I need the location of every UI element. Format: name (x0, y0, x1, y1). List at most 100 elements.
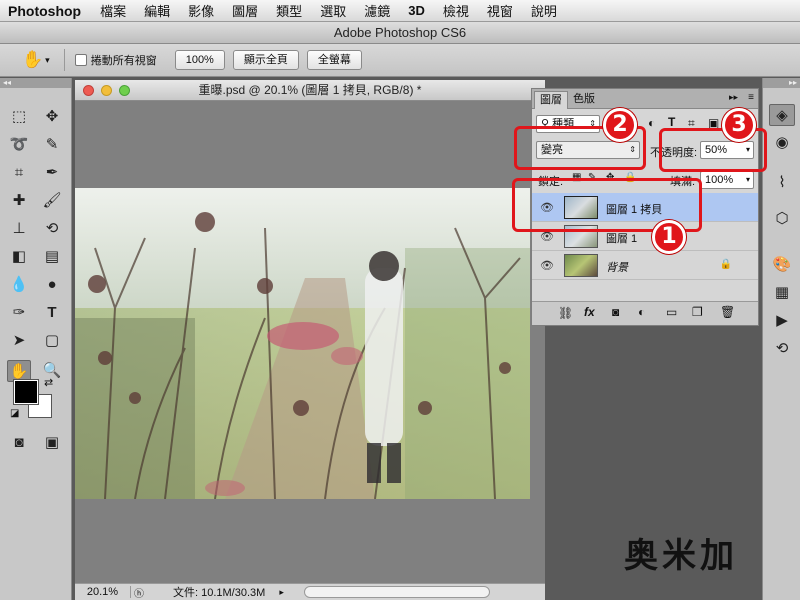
annotation-number-2: 2 (603, 108, 637, 142)
add-mask-icon[interactable]: ◙ (612, 305, 619, 319)
color-panel-icon[interactable]: 🎨 (769, 254, 795, 276)
app-title-bar: Adobe Photoshop CS6 (0, 22, 800, 44)
channels-panel-icon[interactable]: ◉ (769, 132, 795, 154)
document-window: 重曝.psd @ 20.1% (圖層 1 拷貝, RGB/8) * 20.1% … (75, 80, 545, 600)
tool-preset-chevron-icon[interactable]: ▾ (45, 55, 50, 66)
layer-row[interactable]: 👁 背景 🔒 (532, 251, 758, 280)
move-tool-icon[interactable]: ✥ (40, 106, 64, 128)
history-brush-tool-icon[interactable]: ⟲ (40, 218, 64, 240)
gradient-tool-icon[interactable]: ▤ (40, 246, 64, 268)
layer-name[interactable]: 圖層 1 (606, 230, 637, 246)
new-group-icon[interactable]: ▭ (666, 305, 677, 319)
quick-select-tool-icon[interactable]: ✎ (40, 134, 64, 156)
layer-lock-icon: 🔒 (719, 259, 732, 270)
options-bar: ✋ ▾ 捲動所有視窗 100% 顯示全頁 全螢幕 (0, 44, 800, 77)
tab-layers[interactable]: 圖層 (534, 91, 568, 109)
healing-brush-tool-icon[interactable]: ✚ (7, 190, 31, 212)
status-menu-arrow-icon[interactable]: ▸ (279, 587, 284, 598)
hand-tool-icon[interactable]: ✋ (22, 50, 43, 70)
scroll-all-label: 捲動所有視窗 (90, 55, 157, 67)
document-title-bar: 重曝.psd @ 20.1% (圖層 1 拷貝, RGB/8) * (75, 80, 545, 101)
new-adjustment-layer-icon[interactable]: ◐ (638, 305, 645, 319)
marquee-tool-icon[interactable]: ⬚ (7, 106, 31, 128)
fill-value: 100% (705, 174, 734, 186)
panel-menu-icon[interactable]: ≡ (748, 92, 754, 103)
crop-tool-icon[interactable]: ⌗ (7, 162, 31, 184)
double-exposure-photo (75, 188, 530, 499)
filter-type-icon[interactable]: T (668, 115, 675, 129)
tab-channels[interactable]: 色版 (568, 91, 600, 109)
blur-tool-icon[interactable]: 💧 (7, 274, 31, 296)
minimize-window-button[interactable] (101, 85, 112, 96)
path-select-tool-icon[interactable]: ➤ (7, 330, 31, 352)
app-menu[interactable]: Photoshop (0, 3, 91, 19)
hand-tool-icon[interactable]: ✋ (7, 360, 31, 382)
menu-file[interactable]: 檔案 (91, 1, 135, 20)
foreground-color-swatch[interactable] (13, 379, 39, 405)
fill-screen-button[interactable]: 全螢幕 (306, 50, 362, 70)
horizontal-scrollbar[interactable] (303, 586, 490, 598)
zoom-100-button[interactable]: 100% (174, 50, 225, 70)
layers-panel-footer: ⛓ fx ◙ ◐ ▭ ❐ 🗑 (532, 301, 758, 325)
swap-colors-icon[interactable]: ⇄ (44, 376, 53, 389)
menu-layer[interactable]: 圖層 (223, 1, 267, 20)
fit-screen-button[interactable]: 顯示全頁 (232, 50, 299, 70)
document-size: 文件: 10.1M/30.3M (173, 587, 266, 599)
menu-type[interactable]: 類型 (267, 1, 311, 20)
menu-select[interactable]: 選取 (311, 1, 355, 20)
annotation-number-1: 1 (652, 220, 686, 254)
menu-edit[interactable]: 編輯 (135, 1, 179, 20)
screen-mode-icon[interactable]: ▣ (40, 432, 64, 454)
close-window-button[interactable] (83, 85, 94, 96)
type-tool-icon[interactable]: T (40, 302, 64, 324)
tools-panel-collapse[interactable]: ◂◂ (0, 78, 71, 88)
clone-stamp-tool-icon[interactable]: ⊥ (7, 218, 31, 240)
menu-view[interactable]: 檢視 (434, 1, 478, 20)
menu-bar: Photoshop 檔案 編輯 影像 圖層 類型 選取 濾鏡 3D 檢視 視窗 … (0, 0, 800, 22)
swatches-panel-icon[interactable]: ▦ (769, 282, 795, 304)
eyedropper-tool-icon[interactable]: ✒ (40, 162, 64, 184)
layer-thumbnail (564, 254, 598, 277)
shape-tool-icon[interactable]: ▢ (40, 330, 64, 352)
zoom-window-button[interactable] (119, 85, 130, 96)
watermark-logo: 奥米加 (624, 537, 738, 575)
actions-panel-icon[interactable]: ▶ (769, 310, 795, 332)
brush-tool-icon[interactable]: 🖌 (40, 190, 64, 212)
delete-layer-icon[interactable]: 🗑 (720, 305, 735, 319)
fill-input[interactable]: 100% ▾ (700, 171, 754, 189)
history-panel-icon[interactable]: ⟲ (769, 338, 795, 360)
default-colors-icon[interactable]: ◪ (10, 408, 19, 419)
status-bar: 20.1% ⓗ 文件: 10.1M/30.3M ▸ (75, 583, 545, 600)
new-layer-icon[interactable]: ❐ (692, 305, 703, 319)
image-canvas[interactable] (75, 188, 530, 499)
paths-panel-icon[interactable]: ⌇ (769, 172, 795, 194)
right-panel-dock: ▸▸ ◈ ◉ ⌇ ⬡ 🎨 ▦ ▶ ⟲ (762, 78, 800, 600)
pen-tool-icon[interactable]: ✑ (7, 302, 31, 324)
link-layers-icon[interactable]: ⛓ (558, 306, 573, 320)
menu-help[interactable]: 說明 (522, 1, 566, 20)
layer-style-fx-icon[interactable]: fx (584, 305, 595, 319)
menu-window[interactable]: 視窗 (478, 1, 522, 20)
dodge-tool-icon[interactable]: ● (40, 274, 64, 296)
layers-panel-tabs: 圖層 色版 ▸▸ ≡ (532, 89, 758, 109)
menu-image[interactable]: 影像 (179, 1, 223, 20)
quick-mask-icon[interactable]: ◙ (7, 432, 31, 454)
menu-3d[interactable]: 3D (399, 3, 434, 18)
dock-collapse[interactable]: ▸▸ (763, 78, 800, 88)
lasso-tool-icon[interactable]: ➰ (7, 134, 31, 156)
divider (63, 49, 65, 71)
tools-panel: ◂◂ ⬚ ✥ ➰ ✎ ⌗ ✒ ✚ 🖌 ⊥ ⟲ ◧ ▤ 💧 ● ✑ T ➤ ▢ ✋… (0, 78, 72, 600)
document-title: 重曝.psd @ 20.1% (圖層 1 拷貝, RGB/8) * (198, 83, 422, 97)
doc-info-icon[interactable]: ⓗ (131, 585, 147, 600)
3d-panel-icon[interactable]: ⬡ (769, 208, 795, 230)
scroll-all-checkbox[interactable] (74, 54, 87, 66)
eraser-tool-icon[interactable]: ◧ (7, 246, 31, 268)
panel-collapse-icon[interactable]: ▸▸ (729, 92, 738, 103)
visibility-eye-icon[interactable]: 👁 (540, 259, 554, 272)
layer-name[interactable]: 背景 (606, 259, 628, 275)
annotation-number-3: 3 (722, 108, 756, 142)
layers-panel-icon[interactable]: ◈ (769, 104, 795, 126)
filter-adjustment-icon[interactable]: ◐ (648, 116, 655, 130)
zoom-level-field[interactable]: 20.1% (75, 586, 131, 598)
menu-filter[interactable]: 濾鏡 (355, 1, 399, 20)
